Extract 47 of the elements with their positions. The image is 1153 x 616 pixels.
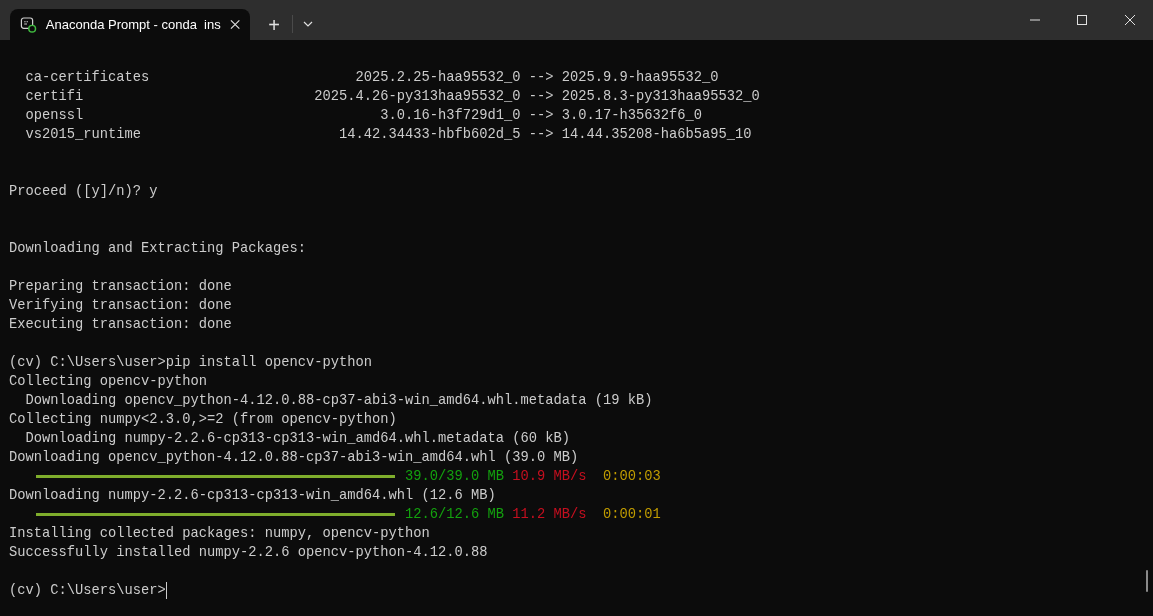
- package-name: ca-certificates: [25, 68, 150, 87]
- output-line: Verifying transaction: done: [9, 296, 232, 315]
- output-line: (cv) C:\Users\user>pip install opencv-python: [9, 353, 373, 372]
- new-version: 14.44.35208-ha6b5a95_10: [561, 125, 752, 144]
- output-line: Downloading and Extracting Packages:: [9, 239, 307, 258]
- new-version: 2025.8.3-py313haa95532_0: [561, 87, 760, 106]
- download-size: 39.0/39.0 MB: [405, 467, 505, 486]
- download-eta: 0:00:01: [603, 505, 661, 524]
- output-line: Successfully installed numpy-2.2.6 opencv-python-4.12.0.88: [9, 543, 488, 562]
- package-name: certifi: [25, 87, 84, 106]
- output-line: Collecting numpy<2.3.0,>=2 (from opencv-python): [9, 410, 397, 429]
- output-line: Downloading numpy-2.2.6-cp313-cp313-win_amd64.whl.metadata (60 kB): [25, 429, 571, 448]
- download-speed: 11.2 MB/s: [512, 505, 587, 524]
- terminal-tab[interactable]: Anaconda Prompt - conda ins: [10, 9, 250, 40]
- download-size: 12.6/12.6 MB: [405, 505, 505, 524]
- download-speed: 10.9 MB/s: [512, 467, 587, 486]
- terminal-icon: [20, 15, 37, 34]
- package-name: vs2015_runtime: [25, 125, 142, 144]
- new-version: 3.0.17-h35632f6_0: [561, 106, 703, 125]
- tab-title: Anaconda Prompt - conda ins: [45, 15, 221, 34]
- close-icon[interactable]: [1125, 15, 1135, 25]
- output-line: Installing collected packages: numpy, opencv-python: [9, 524, 430, 543]
- old-version: 3.0.16-h3f729d1_0: [380, 106, 521, 125]
- download-eta: 0:00:03: [603, 467, 661, 486]
- arrow-text: -->: [528, 125, 554, 144]
- output-line: Downloading opencv_python-4.12.0.88-cp37-abi3-win_amd64.whl (39.0 MB): [9, 448, 579, 467]
- output-line: Downloading numpy-2.2.6-cp313-cp313-win_amd64.whl (12.6 MB): [9, 486, 496, 505]
- output-line: Collecting opencv-python: [9, 372, 208, 391]
- new-tab-button[interactable]: +: [256, 9, 292, 40]
- old-version: 2025.4.26-py313haa95532_0: [314, 87, 521, 106]
- dropdown-icon[interactable]: [303, 21, 313, 27]
- arrow-text: -->: [528, 106, 554, 125]
- scrollbar-thumb[interactable]: [1146, 570, 1148, 592]
- output-line: Preparing transaction: done: [9, 277, 232, 296]
- output-line: Executing transaction: done: [9, 315, 232, 334]
- text-cursor: [165, 581, 167, 599]
- new-version: 2025.9.9-haa95532_0: [561, 68, 719, 87]
- arrow-text: -->: [528, 68, 554, 87]
- close-icon[interactable]: [229, 19, 240, 30]
- command-prompt: (cv) C:\Users\user>: [9, 581, 166, 600]
- arrow-text: -->: [528, 87, 554, 106]
- maximize-icon[interactable]: [1077, 15, 1087, 25]
- output-line: Proceed ([y]/n)? y: [9, 182, 158, 201]
- old-version: 2025.2.25-haa95532_0: [355, 68, 521, 87]
- old-version: 14.42.34433-hbfb602d_5: [339, 125, 521, 144]
- package-name: openssl: [25, 106, 84, 125]
- output-line: Downloading opencv_python-4.12.0.88-cp37-abi3-win_amd64.whl.metadata (19 kB): [25, 391, 653, 410]
